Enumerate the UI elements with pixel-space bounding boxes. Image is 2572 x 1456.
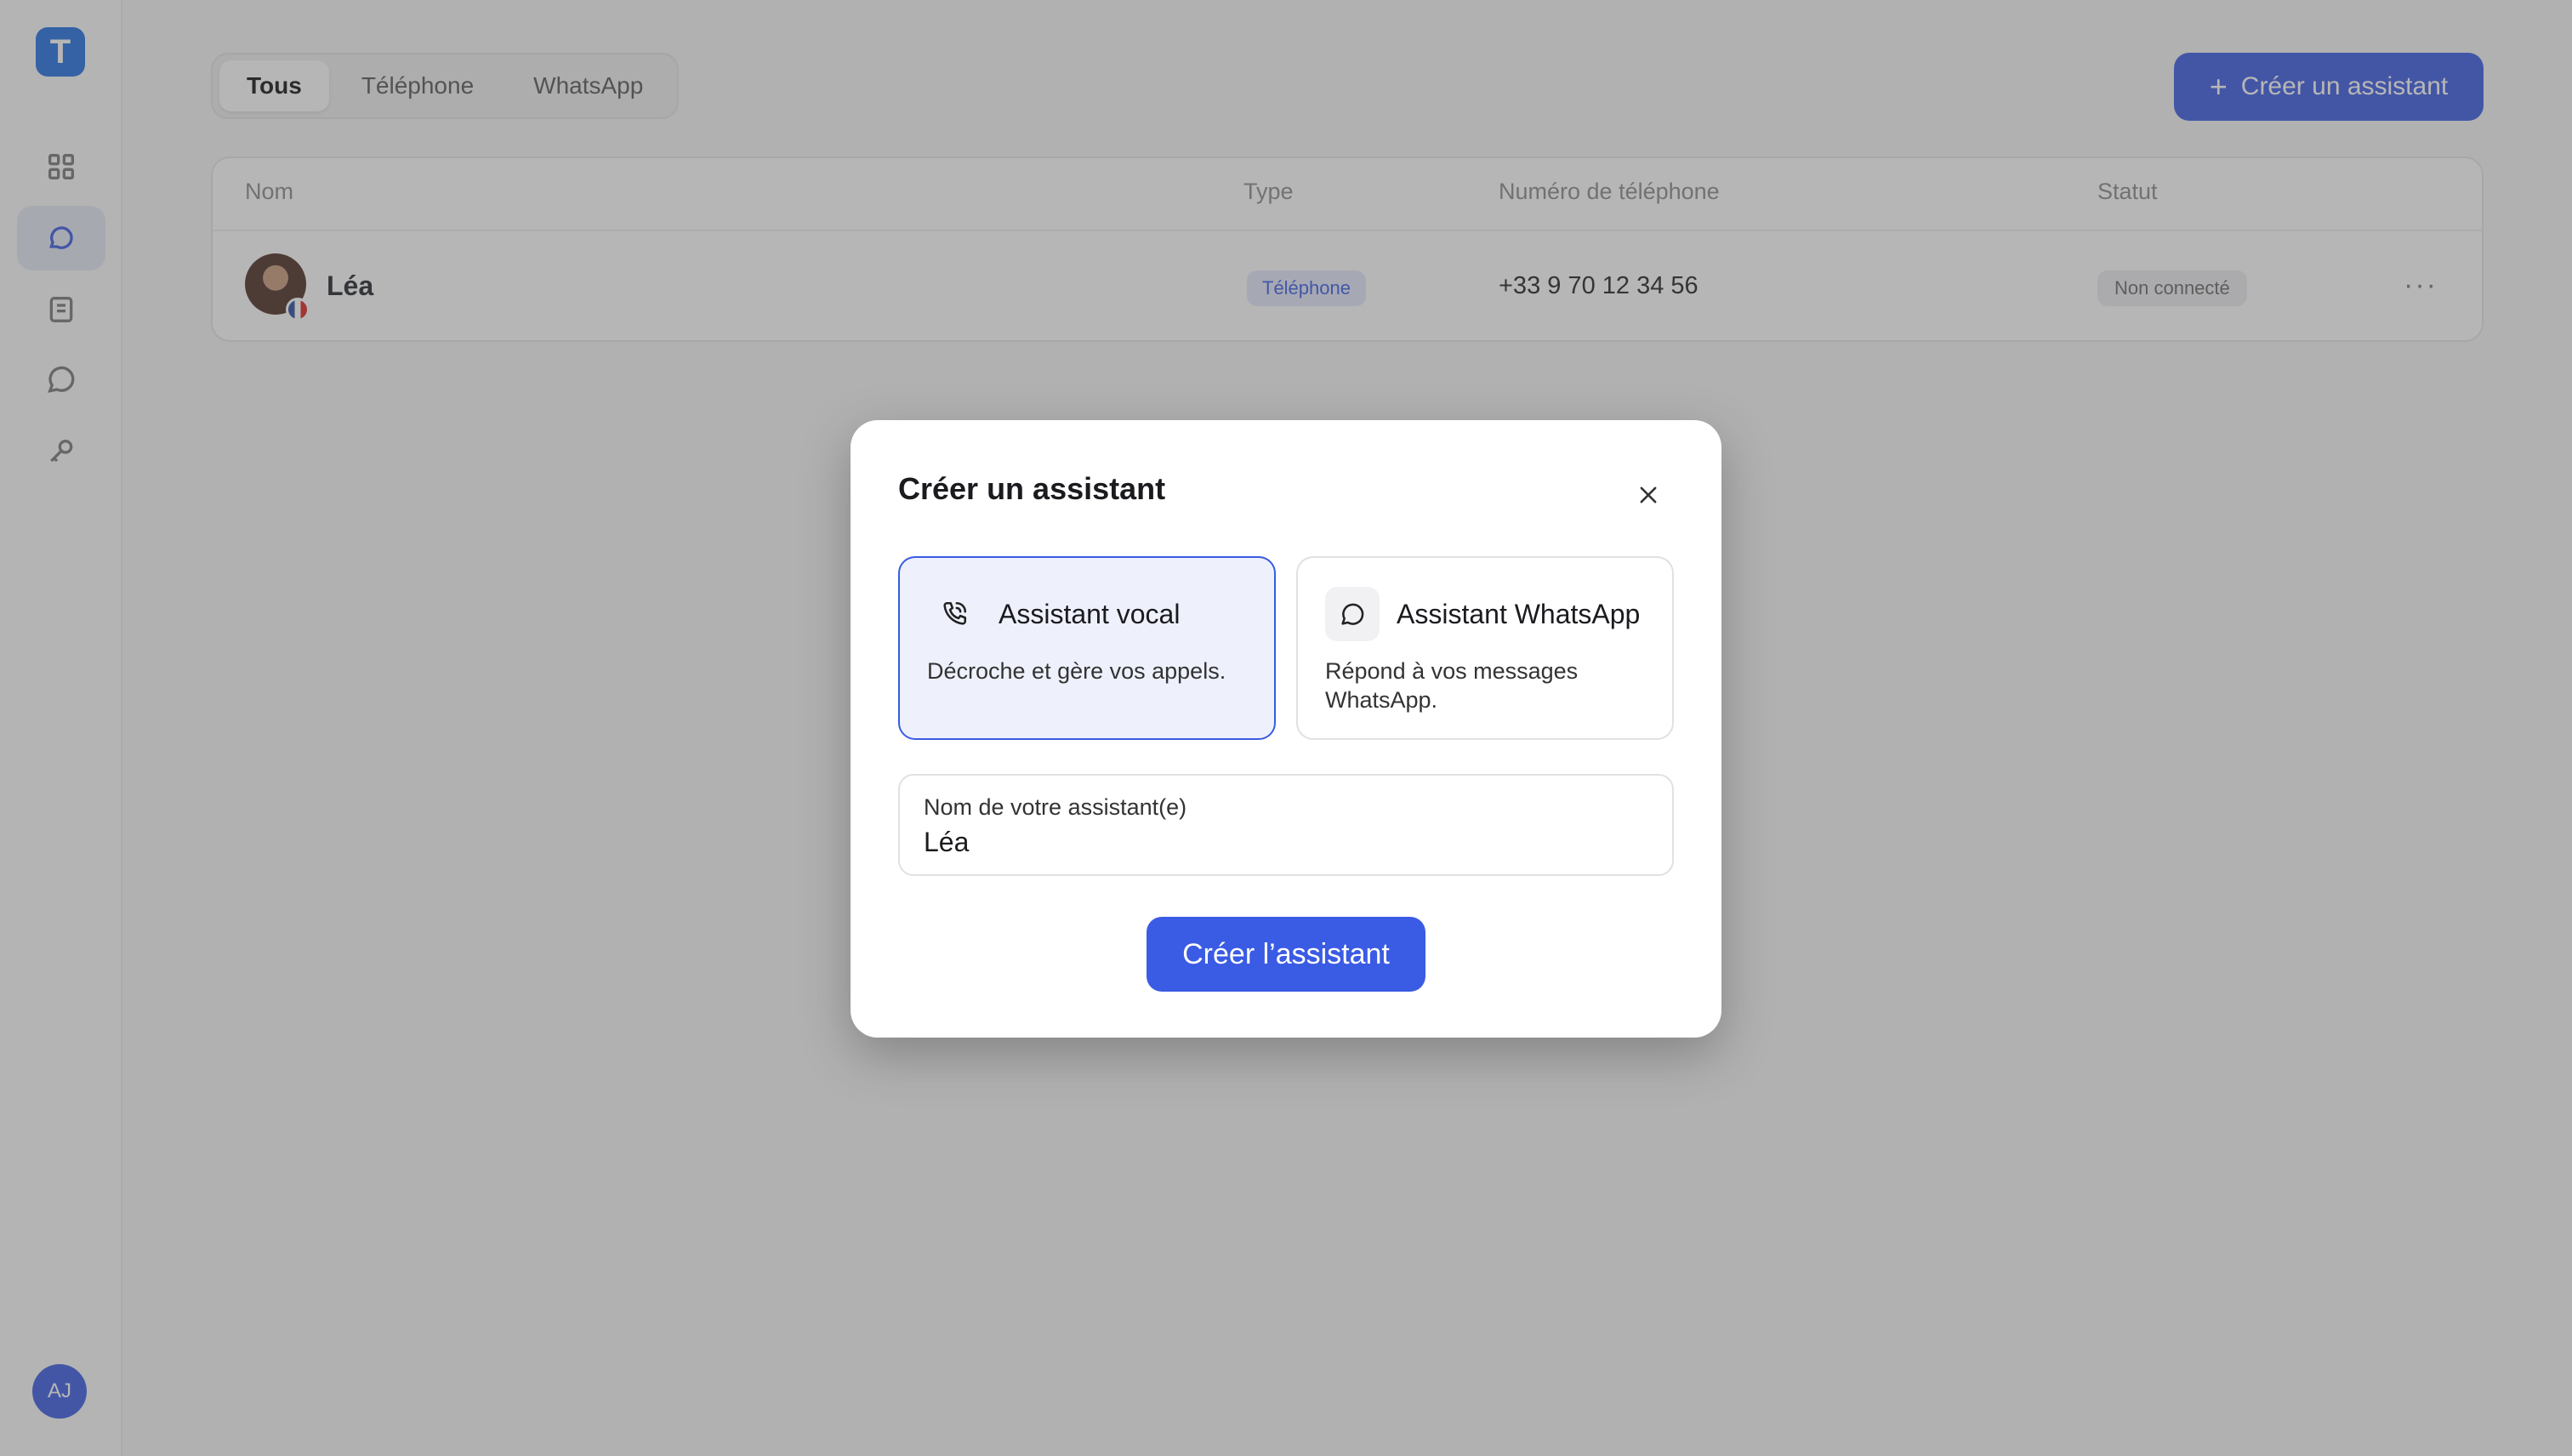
assistant-name-field[interactable]: Nom de votre assistant(e) xyxy=(898,774,1674,876)
phone-icon xyxy=(943,601,967,625)
close-icon xyxy=(1640,486,1657,503)
option-whatsapp-assistant[interactable]: Assistant WhatsApp Répond à vos messages… xyxy=(1296,556,1674,740)
create-assistant-modal: Créer un assistant Assistant vocal Décro… xyxy=(851,420,1721,1038)
option-title: Assistant vocal xyxy=(999,599,1181,629)
option-title: Assistant WhatsApp xyxy=(1397,599,1641,629)
close-button[interactable] xyxy=(1628,475,1669,515)
name-field-label: Nom de votre assistant(e) xyxy=(924,794,1187,820)
submit-create-assistant-button[interactable]: Créer l’assistant xyxy=(1147,917,1425,992)
option-description: Décroche et gère vos appels. xyxy=(927,658,1226,684)
whatsapp-chat-icon xyxy=(1341,603,1364,625)
assistant-name-input[interactable] xyxy=(924,827,1638,858)
whatsapp-icon-wrap xyxy=(1325,587,1380,641)
modal-title: Créer un assistant xyxy=(898,471,1166,506)
option-description: Répond à vos messages WhatsApp. xyxy=(1325,658,1579,713)
phone-icon-wrap xyxy=(927,587,982,641)
option-voice-assistant[interactable]: Assistant vocal Décroche et gère vos app… xyxy=(898,556,1276,740)
